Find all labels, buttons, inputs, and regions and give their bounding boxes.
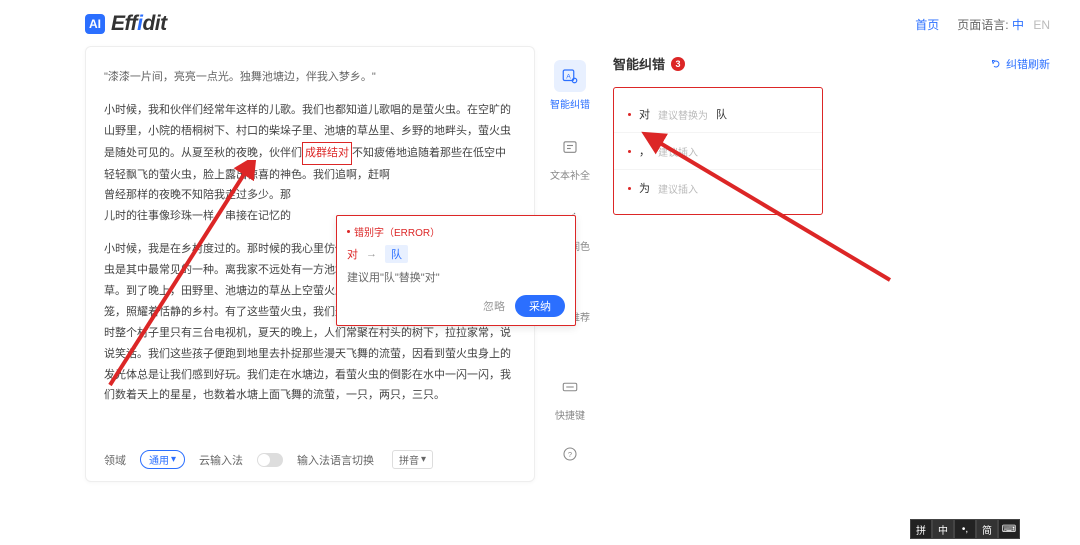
tool-proofread-label: 智能纠错	[550, 96, 590, 111]
tool-shortcuts-label: 快捷键	[555, 407, 585, 422]
header-right: 首页 页面语言: 中 EN	[915, 16, 1050, 33]
suggestions-list: 对 建议替换为 队 ， 建议插入 为 建议插入	[613, 87, 823, 215]
suggestion-item[interactable]: 对 建议替换为 队	[614, 96, 822, 133]
editor-quote: "漆漆一片间，亮亮一点光。独舞池塘边，伴我入梦乡。"	[104, 67, 516, 88]
error-actions: 忽略 采纳	[347, 295, 565, 317]
tool-complete-label: 文本补全	[550, 167, 590, 182]
p1-text-d: 儿时的往事像珍珠一样，串接在记忆的	[104, 210, 291, 222]
suggestion-hint: 建议插入	[658, 181, 698, 196]
suggestion-replacement: 队	[716, 106, 727, 122]
accept-button[interactable]: 采纳	[515, 295, 565, 317]
error-dot-icon	[347, 230, 350, 233]
ignore-button[interactable]: 忽略	[483, 298, 505, 314]
svg-text:A: A	[566, 73, 571, 80]
editor-footer: 领域 通用▾ 云输入法 输入法语言切换 拼音▾	[104, 450, 516, 469]
logo-text-pre: Eff	[111, 12, 137, 35]
error-popup-title: 错别字（ERROR）	[354, 224, 440, 239]
chevron-down-icon: ▾	[421, 454, 426, 465]
arrow-right-icon: →	[366, 248, 377, 260]
chevron-down-icon: ▾	[171, 454, 176, 465]
lang-zh[interactable]: 中	[1012, 18, 1024, 32]
suggestions-title: 智能纠错 3	[613, 54, 685, 73]
suggestion-item[interactable]: ， 建议插入	[614, 133, 822, 170]
os-ime-bar: 拼 中 •, 简 ⌨	[910, 519, 1020, 539]
help-icon: ?	[561, 445, 579, 463]
app-header: AI Effidit 首页 页面语言: 中 EN	[0, 0, 1080, 46]
error-count-badge: 3	[671, 57, 685, 71]
p1-text-c: 曾经那样的夜晚不知陪我走过多少。那	[104, 189, 291, 201]
keyboard-icon	[561, 378, 579, 396]
tool-shortcuts[interactable]: 快捷键	[554, 371, 586, 422]
ime-punct-button[interactable]: •,	[954, 519, 976, 539]
cloud-ime-label: 云输入法	[199, 452, 243, 468]
bullet-icon	[628, 187, 631, 190]
error-correction-line: 对 → 队	[347, 245, 565, 263]
ime-simp-button[interactable]: 简	[976, 519, 998, 539]
editor-paragraph-1: 小时候，我和伙伴们经常年这样的儿歌。我们也都知道儿歌唱的是萤火虫。在空旷的山野里…	[104, 100, 516, 227]
suggestion-word: 为	[639, 180, 650, 196]
logo-text-post: dit	[142, 12, 166, 35]
logo-icon: AI	[85, 14, 105, 34]
suggestion-hint: 建议插入	[658, 144, 698, 159]
error-popup: 错别字（ERROR） 对 → 队 建议用"队"替换"对" 忽略 采纳	[336, 215, 576, 326]
editor-panel: "漆漆一片间，亮亮一点光。独舞池塘边，伴我入梦乡。" 小时候，我和伙伴们经常年这…	[85, 46, 535, 482]
tool-help[interactable]: ?	[554, 438, 586, 470]
lang-en[interactable]: EN	[1033, 18, 1050, 32]
suggestions-panel: 智能纠错 3 纠错刷新 对 建议替换为 队 ， 建议插入 为	[605, 46, 1060, 482]
error-highlight[interactable]: 成群结对	[302, 142, 352, 165]
refresh-button[interactable]: 纠错刷新	[990, 56, 1050, 72]
suggestion-item[interactable]: 为 建议插入	[614, 170, 822, 206]
suggestion-word: 对	[639, 106, 650, 122]
domain-selector[interactable]: 通用▾	[140, 450, 185, 469]
main-area: "漆漆一片间，亮亮一点光。独舞池塘边，伴我入梦乡。" 小时候，我和伙伴们经常年这…	[0, 46, 1080, 482]
error-description: 建议用"队"替换"对"	[347, 269, 565, 285]
suggestion-hint: 建议替换为	[658, 107, 708, 122]
lang-label: 页面语言:	[957, 18, 1008, 32]
lang-switch: 页面语言: 中 EN	[957, 16, 1050, 33]
bullet-icon	[628, 113, 631, 116]
logo-text: Effidit	[111, 12, 167, 36]
ime-mode-button[interactable]: 拼	[910, 519, 932, 539]
proofread-icon: A	[561, 67, 579, 85]
svg-text:?: ?	[568, 450, 572, 459]
cloud-ime-toggle[interactable]	[257, 453, 283, 467]
error-popup-header: 错别字（ERROR）	[347, 224, 565, 239]
tool-proofread[interactable]: A 智能纠错	[550, 60, 590, 111]
logo[interactable]: AI Effidit	[85, 12, 167, 36]
error-from-word: 对	[347, 246, 358, 262]
refresh-icon	[990, 58, 1002, 70]
error-to-word: 队	[385, 245, 408, 263]
domain-label: 领域	[104, 452, 126, 468]
suggestion-word: ，	[639, 143, 650, 159]
ime-keyboard-button[interactable]: ⌨	[998, 519, 1020, 539]
complete-icon	[561, 138, 579, 156]
ime-lang-label: 输入法语言切换	[297, 452, 374, 468]
suggestions-header: 智能纠错 3 纠错刷新	[613, 54, 1060, 73]
ime-lang-button[interactable]: 中	[932, 519, 954, 539]
tool-complete[interactable]: 文本补全	[550, 131, 590, 182]
nav-home[interactable]: 首页	[915, 16, 939, 33]
bullet-icon	[628, 150, 631, 153]
ime-lang-selector[interactable]: 拼音▾	[392, 450, 433, 469]
